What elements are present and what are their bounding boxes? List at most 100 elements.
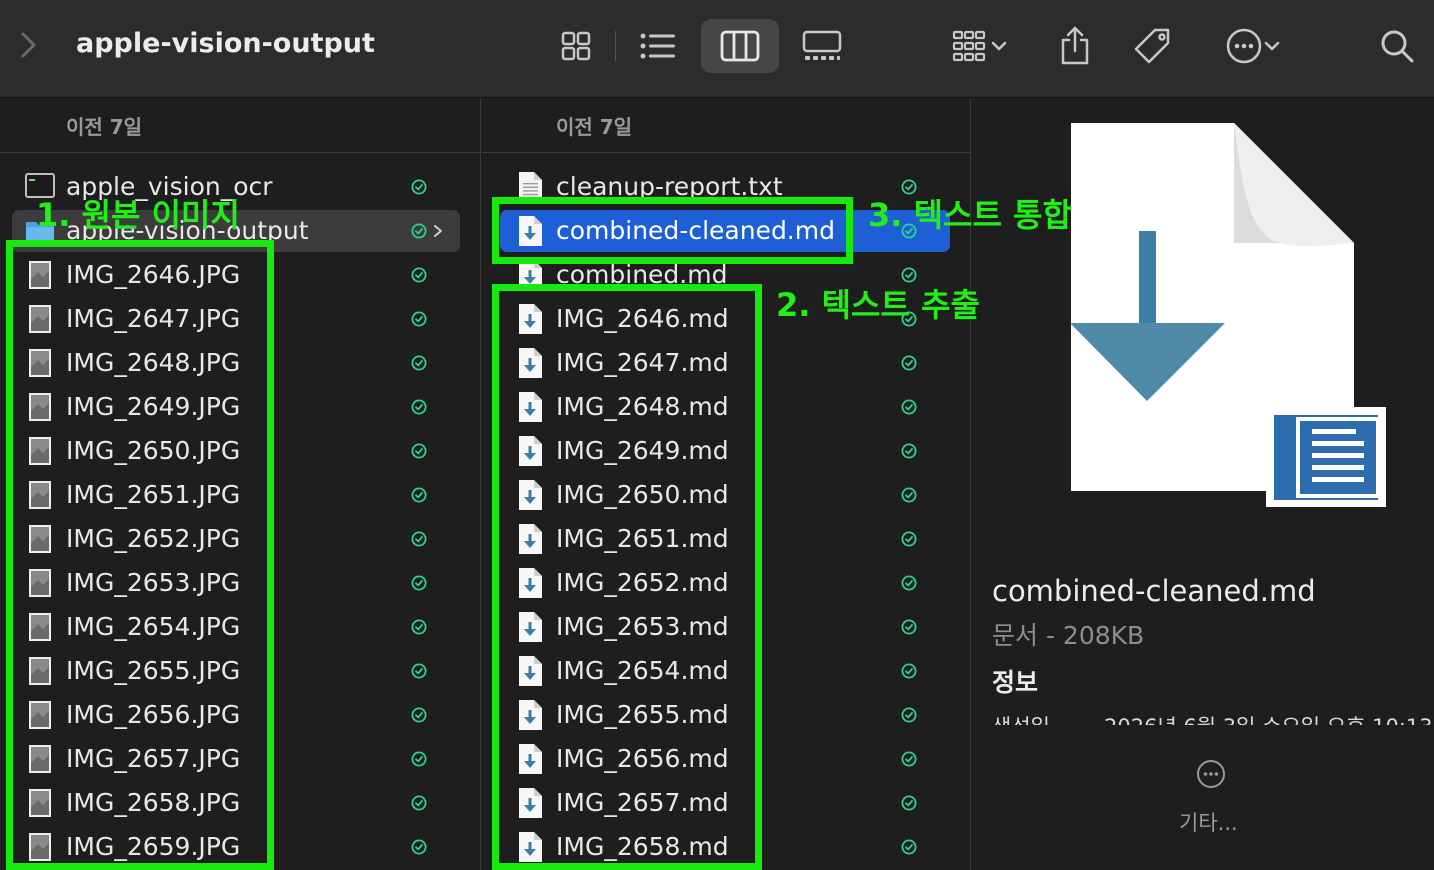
file-row[interactable]: IMG_2658.md xyxy=(482,825,970,869)
share-button[interactable] xyxy=(1052,23,1098,69)
gallery-view-button[interactable] xyxy=(799,23,845,69)
file-row[interactable]: IMG_2646.md xyxy=(482,297,970,341)
synced-check-icon xyxy=(901,267,917,283)
file-row[interactable]: IMG_2655.JPG xyxy=(0,649,480,693)
share-icon xyxy=(1061,26,1089,65)
file-row[interactable]: IMG_2653.md xyxy=(482,605,970,649)
group-button[interactable] xyxy=(941,23,1017,69)
file-row[interactable]: cleanup-report.txt xyxy=(482,165,970,209)
file-row[interactable]: IMG_2654.JPG xyxy=(0,605,480,649)
more-icon[interactable] xyxy=(1196,759,1226,789)
column-2: 이전 7일 cleanup-report.txt combined-cleaned… xyxy=(482,99,971,870)
file-name: IMG_2658.JPG xyxy=(66,788,241,817)
image-file-icon xyxy=(29,657,51,685)
file-name: IMG_2649.JPG xyxy=(66,392,241,421)
file-name: IMG_2657.md xyxy=(556,788,729,817)
image-file-icon xyxy=(29,305,51,333)
toolbar-divider xyxy=(615,31,616,61)
markdown-document-icon xyxy=(1070,123,1386,507)
file-name: IMG_2656.JPG xyxy=(66,700,241,729)
file-name: IMG_2650.md xyxy=(556,480,729,509)
synced-check-icon xyxy=(411,531,427,547)
file-row[interactable]: IMG_2648.md xyxy=(482,385,970,429)
file-row[interactable]: IMG_2657.JPG xyxy=(0,737,480,781)
markdown-file-icon xyxy=(519,568,542,598)
chevron-right-icon[interactable] xyxy=(18,30,40,60)
file-row[interactable]: IMG_2651.JPG xyxy=(0,473,480,517)
synced-check-icon xyxy=(901,751,917,767)
synced-check-icon xyxy=(411,355,427,371)
file-row[interactable]: IMG_2656.JPG xyxy=(0,693,480,737)
synced-check-icon xyxy=(901,443,917,459)
file-name: IMG_2654.md xyxy=(556,656,729,685)
search-icon xyxy=(1381,30,1414,63)
file-row[interactable]: IMG_2651.md xyxy=(482,517,970,561)
file-row[interactable]: IMG_2658.JPG xyxy=(0,781,480,825)
file-row[interactable]: IMG_2654.md xyxy=(482,649,970,693)
file-row-selected[interactable]: combined-cleaned.md xyxy=(482,209,970,253)
file-row[interactable]: IMG_2652.JPG xyxy=(0,517,480,561)
file-name: IMG_2654.JPG xyxy=(66,612,241,641)
synced-check-icon xyxy=(411,619,427,635)
image-file-icon xyxy=(29,393,51,421)
file-name: IMG_2650.JPG xyxy=(66,436,241,465)
tag-icon xyxy=(1134,28,1170,64)
file-row[interactable]: IMG_2647.md xyxy=(482,341,970,385)
tag-button[interactable] xyxy=(1130,23,1176,69)
list-view-button[interactable] xyxy=(635,23,681,69)
file-row[interactable]: IMG_2647.JPG xyxy=(0,297,480,341)
list-view-icon xyxy=(640,33,675,59)
file-name: IMG_2648.JPG xyxy=(66,348,241,377)
file-name: IMG_2658.md xyxy=(556,832,729,861)
more-actions-button[interactable] xyxy=(1216,23,1290,69)
file-name: IMG_2646.md xyxy=(556,304,729,333)
synced-check-icon xyxy=(411,795,427,811)
search-button[interactable] xyxy=(1374,23,1420,69)
synced-check-icon xyxy=(901,707,917,723)
markdown-file-icon xyxy=(519,436,542,466)
file-row[interactable]: IMG_2652.md xyxy=(482,561,970,605)
chevron-down-icon xyxy=(991,41,1007,51)
more-label[interactable]: 기타... xyxy=(1179,807,1238,837)
image-file-icon xyxy=(29,613,51,641)
image-file-icon xyxy=(29,789,51,817)
file-row[interactable]: IMG_2659.JPG xyxy=(0,825,480,869)
file-row[interactable]: IMG_2657.md xyxy=(482,781,970,825)
synced-check-icon xyxy=(901,179,917,195)
file-row-selected[interactable]: apple-vision-output xyxy=(0,209,480,253)
synced-check-icon xyxy=(411,707,427,723)
synced-check-icon xyxy=(411,223,427,239)
file-row[interactable]: IMG_2653.JPG xyxy=(0,561,480,605)
file-row[interactable]: IMG_2649.md xyxy=(482,429,970,473)
markdown-file-icon xyxy=(519,524,542,554)
image-file-icon xyxy=(29,437,51,465)
file-name: IMG_2646.JPG xyxy=(66,260,241,289)
file-name: IMG_2651.JPG xyxy=(66,480,241,509)
file-row[interactable]: IMG_2646.JPG xyxy=(0,253,480,297)
file-name: IMG_2655.JPG xyxy=(66,656,241,685)
file-row[interactable]: IMG_2650.md xyxy=(482,473,970,517)
created-value: 2026년 6월 3일 수요일 오후 10:13 xyxy=(1104,711,1433,725)
column-view-icon xyxy=(720,30,760,62)
file-row[interactable]: IMG_2650.JPG xyxy=(0,429,480,473)
column-view-button[interactable] xyxy=(701,19,779,73)
icon-view-button[interactable] xyxy=(553,23,599,69)
markdown-file-icon xyxy=(519,348,542,378)
synced-check-icon xyxy=(901,531,917,547)
file-row[interactable]: combined.md xyxy=(482,253,970,297)
gallery-view-icon xyxy=(802,30,842,60)
created-label: 생성일 xyxy=(992,711,1050,725)
markdown-file-icon xyxy=(519,480,542,510)
file-row[interactable]: IMG_2649.JPG xyxy=(0,385,480,429)
image-file-icon xyxy=(29,261,51,289)
file-row[interactable]: apple_vision_ocr xyxy=(0,165,480,209)
markdown-file-icon xyxy=(519,656,542,686)
file-row[interactable]: IMG_2648.JPG xyxy=(0,341,480,385)
file-row[interactable]: IMG_2656.md xyxy=(482,737,970,781)
file-name: IMG_2652.md xyxy=(556,568,729,597)
file-row[interactable]: IMG_2655.md xyxy=(482,693,970,737)
synced-check-icon xyxy=(901,663,917,679)
preview-kind-size: 문서 - 208KB xyxy=(992,621,1145,650)
image-file-icon xyxy=(29,349,51,377)
file-name: IMG_2649.md xyxy=(556,436,729,465)
